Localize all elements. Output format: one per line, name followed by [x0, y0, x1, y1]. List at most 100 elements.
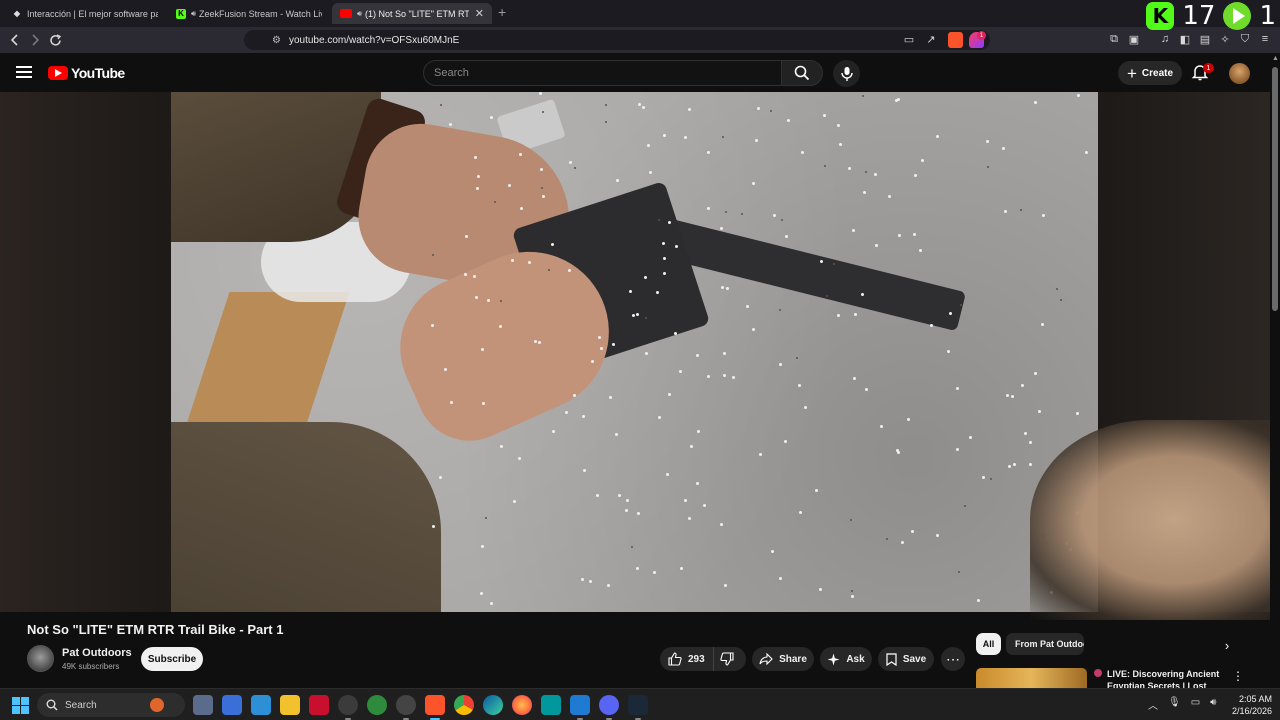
rumble-viewer-count: 1 — [1259, 1, 1276, 31]
guide-menu-button[interactable] — [14, 63, 34, 81]
floor-speck — [565, 411, 568, 414]
floor-speck — [1006, 394, 1009, 397]
floor-speck — [1011, 395, 1014, 398]
floor-speck — [888, 195, 891, 198]
arduino-icon[interactable] — [541, 695, 561, 715]
chevron-up-icon[interactable]: ︿ — [1148, 697, 1158, 712]
obs-studio-icon[interactable] — [396, 695, 416, 720]
save-button[interactable]: Save — [878, 647, 934, 671]
windows-start-button[interactable] — [12, 697, 29, 714]
floor-speck — [583, 469, 586, 472]
forward-button[interactable] — [26, 31, 44, 49]
floor-speck — [542, 195, 545, 198]
brave-shields-icon[interactable] — [948, 32, 963, 48]
volume-icon[interactable]: 🔊︎ — [1210, 697, 1216, 712]
browser-tab-youtube[interactable]: 🔊︎ (1) Not So "LITE" ETM RTR Tra ✕ — [332, 3, 492, 24]
recommendation-title[interactable]: LIVE: Discovering Ancient Egyptian Secre… — [1107, 668, 1227, 690]
edge-icon[interactable] — [483, 695, 503, 715]
taskbar-search[interactable]: Search — [37, 693, 185, 717]
recommendation-thumbnail[interactable] — [976, 668, 1087, 688]
timer-app-icon[interactable] — [338, 695, 358, 720]
floor-speck — [541, 187, 543, 189]
sidebar-toggle-icon[interactable]: ◧ — [1178, 32, 1192, 46]
floor-speck — [666, 473, 669, 476]
floor-speck — [853, 377, 856, 380]
floor-speck — [581, 578, 584, 581]
close-icon[interactable]: ✕ — [475, 7, 484, 20]
floor-speck — [914, 174, 917, 177]
address-bar[interactable]: ⚙︎ youtube.com/watch?v=OFSxu60MJnE — [244, 30, 990, 50]
search-input[interactable] — [424, 61, 781, 85]
chevron-right-icon[interactable]: › — [1218, 636, 1236, 654]
steam-icon[interactable] — [628, 695, 648, 720]
search-highlight-icon — [150, 698, 164, 712]
hamburger-line — [16, 71, 32, 73]
vpn-icon[interactable]: ⛉ — [1238, 32, 1252, 46]
floor-speck — [826, 295, 828, 297]
file-explorer-icon[interactable] — [280, 695, 300, 715]
remote-desktop-icon[interactable] — [251, 695, 271, 715]
search-button[interactable] — [781, 60, 823, 86]
subscribe-button[interactable]: Subscribe — [141, 647, 203, 671]
floor-speck — [508, 184, 511, 187]
create-button[interactable]: + Create — [1118, 61, 1182, 85]
menu-icon[interactable]: ≡ — [1258, 32, 1272, 46]
task-view-icon[interactable] — [193, 695, 213, 715]
brave-browser-icon[interactable] — [425, 695, 445, 720]
floor-speck — [538, 341, 541, 344]
firefox-icon[interactable] — [512, 695, 532, 715]
screenshot-icon[interactable]: ▣ — [1127, 32, 1141, 46]
share-page-icon[interactable]: ↗ — [924, 32, 938, 46]
vscode-icon[interactable] — [570, 695, 590, 720]
media-icon[interactable]: ♫ — [1158, 32, 1172, 46]
floor-speck — [431, 324, 434, 327]
more-actions-button[interactable]: ⋯ — [941, 647, 965, 671]
back-button[interactable] — [6, 31, 24, 49]
share-button[interactable]: Share — [752, 647, 814, 671]
cast-icon[interactable]: ▭ — [902, 32, 916, 46]
voice-search-button[interactable] — [833, 60, 860, 87]
chip-all[interactable]: All — [976, 633, 1001, 655]
floor-speck — [721, 286, 724, 289]
widgets-icon[interactable] — [222, 695, 242, 715]
save-label: Save — [902, 653, 927, 665]
site-info-icon[interactable]: ⚙︎ — [272, 35, 281, 46]
dislike-button[interactable] — [714, 647, 746, 671]
floor-speck — [752, 182, 755, 185]
page-scrollbar[interactable]: ▲ — [1270, 53, 1280, 688]
floor-speck — [801, 151, 804, 154]
voice-meeter-icon[interactable] — [309, 695, 329, 715]
extensions-icon[interactable]: ⧉ — [1107, 32, 1121, 46]
system-tray: ︿ 🎙︎ ▭ 🔊︎ — [1148, 697, 1216, 712]
browser-tab-zeekfusion[interactable]: K 🔊︎ ZeekFusion Stream - Watch Live o — [168, 3, 330, 24]
leo-ai-icon[interactable]: ✧ — [1218, 32, 1232, 46]
video-player[interactable] — [171, 92, 1098, 612]
floor-speck — [500, 300, 502, 302]
ask-button[interactable]: Ask — [820, 647, 872, 671]
floor-speck — [819, 588, 822, 591]
scrollbar-thumb[interactable] — [1272, 67, 1278, 311]
channel-name[interactable]: Pat Outdoors — [62, 647, 132, 659]
account-avatar[interactable] — [1229, 63, 1250, 84]
wallet-icon[interactable]: ▤ — [1198, 32, 1212, 46]
plus-icon: + — [1126, 63, 1137, 83]
reload-button[interactable] — [46, 31, 64, 49]
windows-logo-pane — [21, 706, 29, 714]
microphone-tray-icon[interactable]: 🎙︎ — [1168, 697, 1181, 712]
more-vertical-icon[interactable]: ⋮ — [1232, 669, 1244, 683]
scroll-up-arrow-icon[interactable]: ▲ — [1272, 55, 1279, 62]
chip-from-channel[interactable]: From Pat Outdoors — [1006, 633, 1084, 655]
new-tab-button[interactable]: + — [498, 4, 506, 20]
chrome-icon[interactable] — [454, 695, 474, 715]
browser-tab-interaccion[interactable]: ◆ Interacción | El mejor software para p — [4, 3, 166, 24]
network-icon[interactable]: ▭ — [1191, 697, 1200, 712]
youtube-logo[interactable]: YouTube — [48, 65, 125, 81]
like-button[interactable]: 293 — [660, 647, 714, 671]
floor-speck — [658, 219, 660, 221]
obs-shield-icon[interactable] — [367, 695, 387, 715]
floor-speck — [1002, 147, 1005, 150]
discord-icon[interactable] — [599, 695, 619, 720]
floor-speck — [647, 144, 650, 147]
taskbar-clock[interactable]: 2:05 AM 2/16/2026 — [1222, 693, 1272, 717]
channel-avatar[interactable] — [27, 645, 54, 672]
